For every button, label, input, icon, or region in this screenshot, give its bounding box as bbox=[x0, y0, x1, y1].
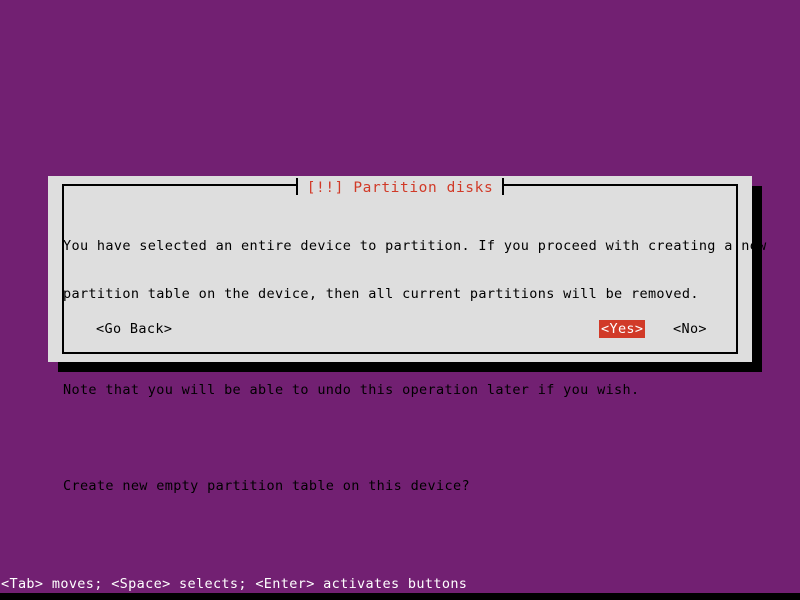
dialog-paragraph-2: Note that you will be able to undo this … bbox=[63, 382, 640, 398]
dialog-button-row: <Go Back> <Yes> <No> bbox=[0, 320, 800, 338]
installer-screen: [!!] Partition disks You have selected a… bbox=[0, 0, 800, 600]
no-button[interactable]: <No> bbox=[672, 320, 708, 338]
dialog-body-text: You have selected an entire device to pa… bbox=[63, 206, 767, 526]
dialog-paragraph-1-line-2: partition table on the device, then all … bbox=[63, 286, 699, 302]
go-back-button[interactable]: <Go Back> bbox=[95, 320, 173, 338]
dialog-question: Create new empty partition table on this… bbox=[63, 478, 470, 494]
yes-button[interactable]: <Yes> bbox=[599, 320, 646, 338]
keyboard-hint-statusbar: <Tab> moves; <Space> selects; <Enter> ac… bbox=[1, 576, 468, 592]
bottom-black-band bbox=[0, 593, 800, 600]
dialog-paragraph-1-line-1: You have selected an entire device to pa… bbox=[63, 238, 767, 254]
paragraph-spacer-2 bbox=[63, 430, 735, 446]
